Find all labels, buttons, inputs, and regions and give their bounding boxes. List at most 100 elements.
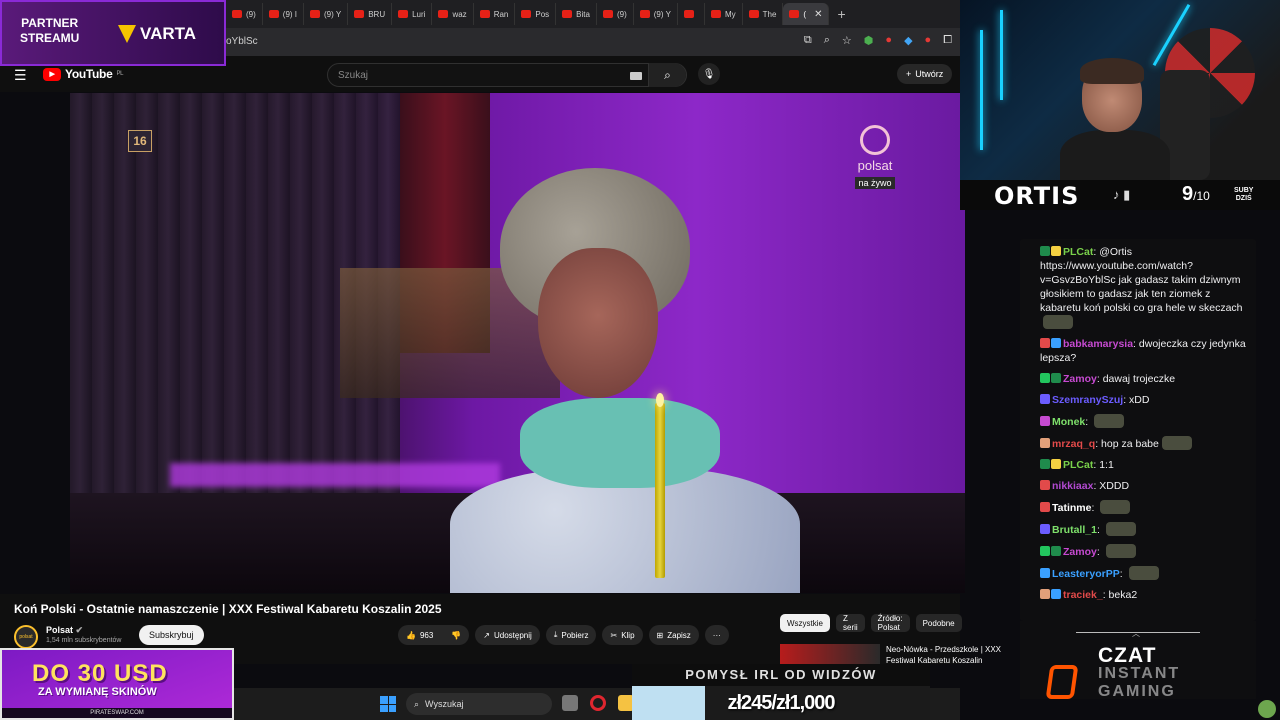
browser-tab[interactable]: Pos <box>515 3 557 25</box>
chat-badge-icon <box>1040 438 1050 448</box>
filter-chip[interactable]: Podobne <box>915 614 962 632</box>
keyboard-icon[interactable] <box>630 72 642 80</box>
chat-message: Monek: <box>1040 414 1250 429</box>
browser-tab[interactable] <box>678 3 705 25</box>
browser-tab[interactable]: Bita <box>556 3 597 25</box>
chat-message: Brutall_1: <box>1040 522 1250 537</box>
video-player[interactable]: 16 polsat na żywo <box>70 93 965 593</box>
browser-tab[interactable]: (9) Y <box>304 3 349 25</box>
recommended-video-thumbnail[interactable] <box>780 644 880 664</box>
chat-username[interactable]: LeasteryorPP <box>1052 568 1120 580</box>
like-button[interactable]: 👍 963 👎 <box>398 625 470 645</box>
subs-goal: /10 <box>1193 189 1210 203</box>
chat-message: Tatinme: <box>1040 500 1250 515</box>
download-icon: ⤓ <box>553 630 558 639</box>
tab-favicon-icon <box>710 10 721 18</box>
browser-tab[interactable]: Luri <box>392 3 433 25</box>
browser-tab[interactable]: My <box>705 3 743 25</box>
clip-button[interactable]: ✂ Klip <box>602 625 643 645</box>
bookmark-star-icon[interactable]: ☆ <box>842 34 852 47</box>
chat-badges <box>1040 373 1061 383</box>
browser-tab[interactable]: (9) <box>597 3 634 25</box>
tab-close-icon[interactable]: ✕ <box>814 9 822 20</box>
candle <box>655 403 665 578</box>
menu-icon[interactable]: ☰ <box>14 67 27 84</box>
youtube-logo[interactable]: ▶ YouTube PL <box>43 67 123 81</box>
chat-username[interactable]: PLCat <box>1063 459 1093 471</box>
search-button[interactable]: ⌕ <box>648 63 686 87</box>
search-icon: ⌕ <box>664 67 671 82</box>
filter-chip[interactable]: Źródło: Polsat <box>870 614 910 632</box>
clip-label: Klip <box>621 630 635 640</box>
filter-chip[interactable]: Wszystkie <box>780 614 830 632</box>
recommended-video-title[interactable]: Neo-Nówka - Przedszkole | XXX Festiwal K… <box>886 644 1016 664</box>
scissors-icon: ✂ <box>610 630 618 640</box>
chat-badges <box>1040 524 1050 534</box>
channel-name-text[interactable]: Polsat <box>46 625 73 635</box>
thumbs-down-icon[interactable]: 👎 <box>451 631 461 640</box>
download-button[interactable]: ⤓ Pobierz <box>545 625 597 645</box>
browser-tab[interactable]: BRU <box>348 3 393 25</box>
install-icon[interactable]: ⧉ <box>804 34 812 47</box>
browser-tab[interactable]: waz <box>432 3 474 25</box>
task-view-icon[interactable] <box>562 695 578 711</box>
chat-badge-icon <box>1040 373 1050 383</box>
chat-username[interactable]: nikkiaax <box>1052 480 1093 492</box>
chat-message: PLCat: 1:1 <box>1040 458 1250 472</box>
chat-username[interactable]: Tatinme <box>1052 502 1091 514</box>
zoom-icon[interactable]: ⌕ <box>824 34 830 47</box>
new-tab-icon[interactable]: + <box>829 6 853 22</box>
performer-face <box>538 248 658 398</box>
chat-username[interactable]: mrzaq_q <box>1052 438 1095 450</box>
chat-badge-icon <box>1040 416 1050 426</box>
browser-tab[interactable]: (9) Y <box>634 3 678 25</box>
channel-avatar[interactable]: polsat <box>14 625 38 649</box>
chat-username[interactable]: Zamoy <box>1063 546 1097 558</box>
extension-shield-icon[interactable]: ⬢ <box>864 34 874 47</box>
chat-username[interactable]: babkamarysia <box>1063 338 1133 350</box>
opera-icon[interactable] <box>590 695 606 711</box>
chat-emote-icon <box>1105 544 1136 558</box>
voice-search-icon[interactable]: 🎙 <box>698 63 720 85</box>
search-box[interactable]: Szukaj ⌕ <box>327 63 687 87</box>
browser-tab[interactable]: (✕ <box>783 3 830 25</box>
chat-username[interactable]: SzemranySzuj <box>1052 394 1123 406</box>
tab-favicon-icon <box>521 10 532 18</box>
extension-red2-icon[interactable]: ● <box>925 34 932 47</box>
url-text[interactable]: oYblSc <box>226 36 258 47</box>
promo-headline: DO 30 USD <box>32 660 168 687</box>
chat-username[interactable]: traciek_ <box>1063 589 1103 601</box>
search-input[interactable]: Szukaj <box>338 70 368 81</box>
filter-chip[interactable]: Z serii <box>836 614 865 632</box>
chat-message: PLCat: @Ortis https://www.youtube.com/wa… <box>1040 245 1250 330</box>
chevron-up-icon: ︿ <box>1132 629 1140 638</box>
chat-username[interactable]: Brutall_1 <box>1052 524 1097 536</box>
tab-favicon-icon <box>310 10 321 18</box>
more-button[interactable]: ··· <box>704 625 729 645</box>
chat-badge-icon <box>1040 524 1050 534</box>
kick-icon: ▮ <box>1123 187 1131 202</box>
subs-today: 9 <box>1182 183 1194 205</box>
extension-red-icon[interactable]: ● <box>885 34 892 47</box>
create-label: Utwórz <box>915 69 944 79</box>
browser-tab[interactable]: (9) I <box>263 3 305 25</box>
subscribe-button[interactable]: Subskrybuj <box>139 625 204 645</box>
channel-name[interactable]: Polsat ✔ <box>46 625 83 636</box>
chat-username[interactable]: PLCat <box>1063 246 1093 258</box>
chat-emote-icon <box>1094 414 1125 428</box>
extension-blue-icon[interactable]: ◆ <box>904 34 912 47</box>
chat-username[interactable]: Zamoy <box>1063 373 1097 385</box>
browser-tab[interactable]: Ran <box>474 3 516 25</box>
save-button[interactable]: ⊞ Zapisz <box>648 625 699 645</box>
chat-text: beka2 <box>1108 589 1138 601</box>
taskbar-search[interactable]: ⌕ Wyszukaj <box>406 693 552 715</box>
extensions-puzzle-icon[interactable]: ⧠ <box>943 34 952 47</box>
browser-tab[interactable]: The <box>743 3 784 25</box>
chat-badge-icon <box>1040 246 1050 256</box>
create-button[interactable]: + Utwórz <box>897 64 953 84</box>
browser-tab[interactable]: (9) <box>226 3 263 25</box>
share-button[interactable]: ↗ Udostępnij <box>475 625 540 645</box>
windows-start-icon[interactable] <box>380 696 396 712</box>
tab-favicon-icon <box>438 10 449 18</box>
chat-username[interactable]: Monek <box>1052 416 1085 428</box>
